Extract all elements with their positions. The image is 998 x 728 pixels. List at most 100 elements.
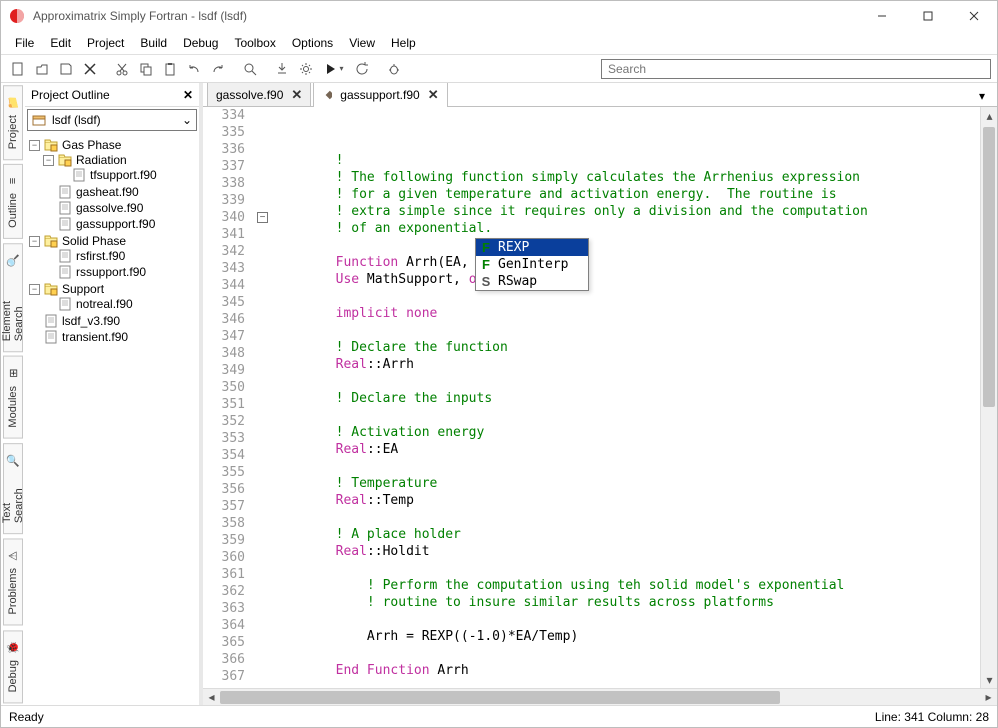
horizontal-scrollbar[interactable]: ◂ ▸ [203, 688, 997, 705]
sidetab-outline[interactable]: Outline≡ [3, 164, 23, 239]
delete-button[interactable] [79, 58, 101, 80]
menu-file[interactable]: File [7, 33, 42, 53]
maximize-button[interactable] [905, 1, 951, 31]
find-button[interactable] [239, 58, 261, 80]
folder-icon [44, 234, 58, 248]
editor-tabbar: gassolve.f90✕gassupport.f90✕ ▾ [203, 83, 997, 107]
tree-file[interactable]: rssupport.f90 [74, 265, 148, 279]
search-input[interactable]: Search [601, 59, 991, 79]
side-tab-strip: Project📁 Outline≡ Element Search🔍 Modules⊞ T… [1, 83, 25, 705]
outline-close-button[interactable]: ✕ [179, 86, 197, 104]
tree-folder[interactable]: Support [60, 282, 106, 296]
copy-button[interactable] [135, 58, 157, 80]
status-left: Ready [9, 710, 44, 724]
autocomplete-item[interactable]: SRSwap [476, 273, 588, 290]
cut-button[interactable] [111, 58, 133, 80]
menu-debug[interactable]: Debug [175, 33, 226, 53]
file-icon [58, 249, 72, 263]
autocomplete-item[interactable]: FGenInterp [476, 256, 588, 273]
autocomplete-item[interactable]: FREXP [476, 239, 588, 256]
menu-toolbox[interactable]: Toolbox [226, 33, 283, 53]
menu-options[interactable]: Options [284, 33, 341, 53]
titlebar: Approximatrix Simply Fortran - lsdf (lsd… [1, 1, 997, 31]
open-button[interactable] [31, 58, 53, 80]
fold-toggle[interactable]: − [257, 212, 268, 223]
app-icon [9, 8, 25, 24]
file-icon [72, 168, 86, 182]
menu-build[interactable]: Build [132, 33, 175, 53]
hscroll-thumb[interactable] [220, 691, 780, 704]
tree-folder[interactable]: Solid Phase [60, 234, 128, 248]
code-editor[interactable]: ! ! The following function simply calcul… [273, 107, 980, 688]
menu-edit[interactable]: Edit [42, 33, 79, 53]
close-button[interactable] [951, 1, 997, 31]
tree-file[interactable]: gassupport.f90 [74, 217, 157, 231]
fold-column[interactable]: − [253, 107, 273, 688]
project-icon [32, 113, 46, 127]
scroll-right-icon[interactable]: ▸ [980, 690, 997, 705]
paste-button[interactable] [159, 58, 181, 80]
outline-title: Project Outline [31, 88, 110, 102]
save-button[interactable] [55, 58, 77, 80]
refresh-button[interactable] [351, 58, 373, 80]
tree-file[interactable]: rsfirst.f90 [74, 249, 127, 263]
sidetab-project[interactable]: Project📁 [3, 85, 23, 160]
project-outline-panel: Project Outline ✕ lsdf (lsdf) ⌄ −Gas Pha… [25, 83, 203, 705]
tab-close-button[interactable]: ✕ [428, 87, 439, 103]
chevron-down-icon: ⌄ [182, 113, 192, 127]
file-icon [58, 185, 72, 199]
editor-tab[interactable]: gassupport.f90✕ [313, 83, 447, 106]
sidetab-debug[interactable]: Debug🐞 [3, 630, 23, 703]
tree-file[interactable]: gasheat.f90 [74, 185, 141, 199]
status-right: Line: 341 Column: 28 [875, 710, 989, 724]
redo-button[interactable] [207, 58, 229, 80]
tree-folder[interactable]: Radiation [74, 153, 129, 167]
file-icon [44, 330, 58, 344]
tree-file[interactable]: lsdf_v3.f90 [60, 314, 122, 328]
sidetab-text-search[interactable]: Text Search🔎 [3, 443, 23, 534]
undo-button[interactable] [183, 58, 205, 80]
scroll-left-icon[interactable]: ◂ [203, 690, 220, 705]
tab-close-button[interactable]: ✕ [291, 87, 302, 103]
build-button[interactable] [271, 58, 293, 80]
tree-file[interactable]: tfsupport.f90 [88, 168, 159, 182]
tab-overflow-button[interactable]: ▾ [973, 87, 991, 105]
tree-folder[interactable]: Gas Phase [60, 138, 123, 152]
settings-button[interactable] [295, 58, 317, 80]
project-tree[interactable]: −Gas Phase−Radiationtfsupport.f90gasheat… [25, 133, 199, 705]
tree-file[interactable]: transient.f90 [60, 330, 130, 344]
debug-button[interactable] [383, 58, 405, 80]
sidetab-element-search[interactable]: Element Search🔍 [3, 243, 23, 352]
menu-project[interactable]: Project [79, 33, 132, 53]
line-number-gutter: 3343353363373383393403413423433443453463… [203, 107, 253, 688]
sidetab-modules[interactable]: Modules⊞ [3, 356, 23, 439]
menu-view[interactable]: View [341, 33, 383, 53]
new-file-button[interactable] [7, 58, 29, 80]
window-title: Approximatrix Simply Fortran - lsdf (lsd… [33, 9, 859, 23]
editor-tab[interactable]: gassolve.f90✕ [207, 83, 311, 106]
run-button[interactable]: ▾ [319, 58, 349, 80]
file-icon [58, 297, 72, 311]
scroll-up-icon[interactable]: ▴ [982, 107, 997, 124]
menu-help[interactable]: Help [383, 33, 424, 53]
file-icon [44, 314, 58, 328]
menubar: FileEditProjectBuildDebugToolboxOptionsV… [1, 31, 997, 55]
autocomplete-popup[interactable]: FREXPFGenInterpSRSwap [475, 238, 589, 291]
tree-file[interactable]: gassolve.f90 [74, 201, 145, 215]
folder-icon [44, 138, 58, 152]
file-icon [58, 217, 72, 231]
scroll-thumb[interactable] [983, 127, 995, 407]
folder-icon [58, 153, 72, 167]
file-icon [58, 265, 72, 279]
project-selector[interactable]: lsdf (lsdf) ⌄ [27, 109, 197, 131]
sidetab-problems[interactable]: Problems⚠ [3, 538, 23, 625]
scroll-down-icon[interactable]: ▾ [982, 671, 997, 688]
diamond-icon [322, 90, 332, 100]
file-icon [58, 201, 72, 215]
vertical-scrollbar[interactable]: ▴ ▾ [980, 107, 997, 688]
folder-icon [44, 282, 58, 296]
tree-file[interactable]: notreal.f90 [74, 297, 135, 311]
toolbar: ▾ Search [1, 55, 997, 83]
statusbar: Ready Line: 341 Column: 28 [1, 705, 997, 727]
minimize-button[interactable] [859, 1, 905, 31]
